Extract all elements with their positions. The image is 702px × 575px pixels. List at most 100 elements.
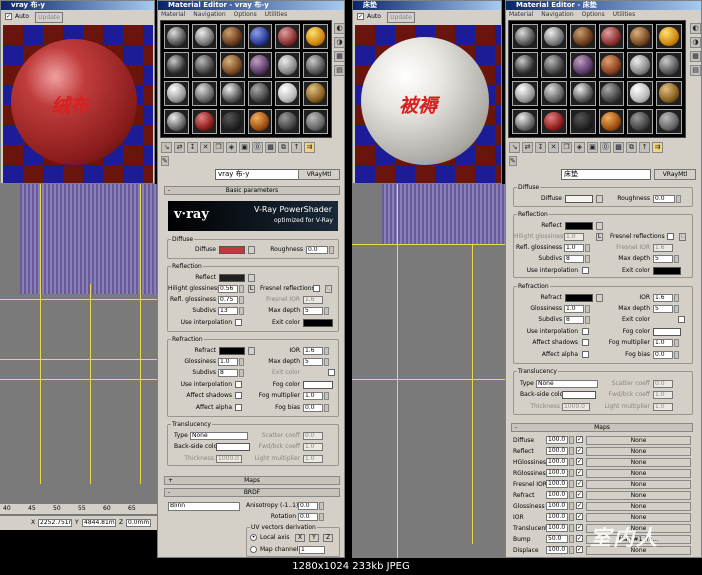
max-depth-spinner[interactable]: [324, 307, 329, 315]
x-axis-button[interactable]: X: [295, 534, 305, 542]
go-forward-icon[interactable]: ⇉: [304, 141, 315, 153]
sample-slot[interactable]: [656, 108, 682, 134]
roughness-spinner[interactable]: [329, 246, 334, 254]
map-slot-button[interactable]: None: [586, 491, 691, 500]
map-amount-spinner[interactable]: [569, 524, 574, 532]
sample-slot[interactable]: [540, 24, 567, 50]
x-coordinate[interactable]: 2252.751m: [38, 519, 72, 527]
backlight-icon[interactable]: ◑: [334, 37, 345, 48]
map-amount-field[interactable]: 100.0: [546, 546, 568, 554]
sample-slot[interactable]: [275, 24, 301, 50]
refract-map-button[interactable]: [596, 294, 603, 302]
ior-spinner[interactable]: [324, 347, 329, 355]
sample-slot[interactable]: [598, 80, 625, 106]
sample-slot[interactable]: [656, 52, 682, 78]
exit-color-swatch[interactable]: [303, 319, 333, 327]
refl-glossiness-field[interactable]: 0.75: [218, 296, 238, 304]
refl-glossiness-field[interactable]: 1.0: [564, 244, 584, 252]
sample-slot[interactable]: [247, 52, 273, 78]
menu-material[interactable]: Material: [161, 11, 185, 18]
sample-slot[interactable]: [627, 24, 654, 50]
rotation-spinner[interactable]: [319, 513, 324, 521]
background-icon[interactable]: ▦: [334, 51, 345, 62]
interpolation-checkbox[interactable]: [235, 319, 242, 326]
pick-material-icon[interactable]: ✎: [161, 156, 169, 166]
menu-utilities[interactable]: Utilities: [613, 11, 636, 18]
update-button[interactable]: Update: [35, 12, 63, 23]
go-to-parent-icon[interactable]: ↑: [639, 141, 650, 153]
map-slot-button[interactable]: None: [586, 502, 691, 511]
reflect-color-swatch[interactable]: [219, 274, 245, 282]
map-amount-field[interactable]: 100.0: [546, 458, 568, 466]
max-depth-spinner[interactable]: [674, 255, 679, 263]
map-slot-button[interactable]: None: [586, 436, 691, 445]
sample-slot[interactable]: [191, 24, 217, 50]
sample-slot[interactable]: [627, 52, 654, 78]
map-enable-checkbox[interactable]: ✓: [576, 502, 583, 509]
back-side-color-swatch[interactable]: [562, 391, 596, 399]
sample-slot[interactable]: [219, 52, 245, 78]
subdivs-field[interactable]: 8: [564, 255, 584, 263]
sample-slot[interactable]: [540, 52, 567, 78]
auto-checkbox[interactable]: ✓: [5, 13, 12, 20]
map-amount-spinner[interactable]: [569, 436, 574, 444]
z-coordinate[interactable]: 0.0mm: [126, 519, 151, 527]
y-axis-button[interactable]: Y: [309, 534, 319, 542]
back-side-color-swatch[interactable]: [216, 443, 250, 451]
hilight-glossiness-field[interactable]: 1.0: [564, 233, 584, 241]
fog-multiplier-spinner[interactable]: [324, 392, 329, 400]
sample-slot[interactable]: [512, 52, 538, 78]
map-amount-spinner[interactable]: [569, 513, 574, 521]
glossiness-spinner[interactable]: [585, 305, 590, 313]
get-material-icon[interactable]: ↘: [161, 141, 172, 153]
material-effects-icon[interactable]: ⓪: [600, 141, 611, 153]
map-amount-field[interactable]: 100.0: [546, 502, 568, 510]
map-slot-button[interactable]: None: [586, 480, 691, 489]
sample-slot[interactable]: [164, 52, 189, 78]
map-amount-spinner[interactable]: [569, 491, 574, 499]
fresnel-ior-field[interactable]: 1.6: [653, 244, 673, 252]
roughness-field[interactable]: 0.0: [653, 195, 675, 203]
sample-slot[interactable]: [627, 80, 654, 106]
refl-gloss-spinner[interactable]: [585, 244, 590, 252]
right-viewport[interactable]: [352, 184, 505, 558]
z-axis-button[interactable]: Z: [323, 534, 333, 542]
affect-shadows-checkbox[interactable]: [582, 339, 589, 346]
subdivs-spinner[interactable]: [239, 307, 244, 315]
update-button[interactable]: Update: [387, 12, 415, 23]
diffuse-map-button[interactable]: [248, 246, 255, 254]
go-forward-icon[interactable]: ⇉: [652, 141, 663, 153]
map-enable-checkbox[interactable]: ✓: [576, 469, 583, 476]
left-viewport[interactable]: 40 45 50 55 60 65 X 2252.751m Y 4844.81m…: [0, 184, 157, 530]
hilight-glossiness-field[interactable]: 0.56: [218, 285, 238, 293]
sample-slot[interactable]: [303, 24, 328, 50]
material-name-field[interactable]: 床垫: [561, 169, 651, 180]
fog-bias-spinner[interactable]: [324, 404, 329, 412]
interpolation-checkbox[interactable]: [582, 267, 589, 274]
sample-slot[interactable]: [512, 80, 538, 106]
light-multiplier-field[interactable]: 1.0: [653, 403, 673, 411]
map-slot-button[interactable]: None: [586, 458, 691, 467]
menu-options[interactable]: Options: [234, 11, 257, 18]
map-amount-field[interactable]: 100.0: [546, 469, 568, 477]
background-icon[interactable]: ▦: [690, 51, 701, 62]
sample-slot[interactable]: [512, 108, 538, 134]
reflect-map-button[interactable]: [596, 222, 603, 230]
sample-type-icon[interactable]: ◐: [334, 23, 345, 34]
fog-bias-spinner[interactable]: [674, 351, 679, 359]
show-map-icon[interactable]: ▩: [265, 141, 276, 153]
refract-color-swatch[interactable]: [565, 294, 593, 302]
maps-rollout[interactable]: + Maps: [164, 476, 340, 485]
put-to-scene-icon[interactable]: ⇄: [174, 141, 185, 153]
map-enable-checkbox[interactable]: ✓: [576, 458, 583, 465]
reflect-map-button[interactable]: [248, 274, 255, 282]
menu-material[interactable]: Material: [509, 11, 533, 18]
make-unique-icon[interactable]: ◈: [574, 141, 585, 153]
go-to-parent-icon[interactable]: ↑: [291, 141, 302, 153]
material-effects-icon[interactable]: ⓪: [252, 141, 263, 153]
make-unique-icon[interactable]: ◈: [226, 141, 237, 153]
affect-alpha-checkbox[interactable]: [582, 351, 589, 358]
fog-color-swatch[interactable]: [303, 381, 333, 389]
sample-slot[interactable]: [219, 80, 245, 106]
map-channel-field[interactable]: 1: [299, 546, 325, 554]
